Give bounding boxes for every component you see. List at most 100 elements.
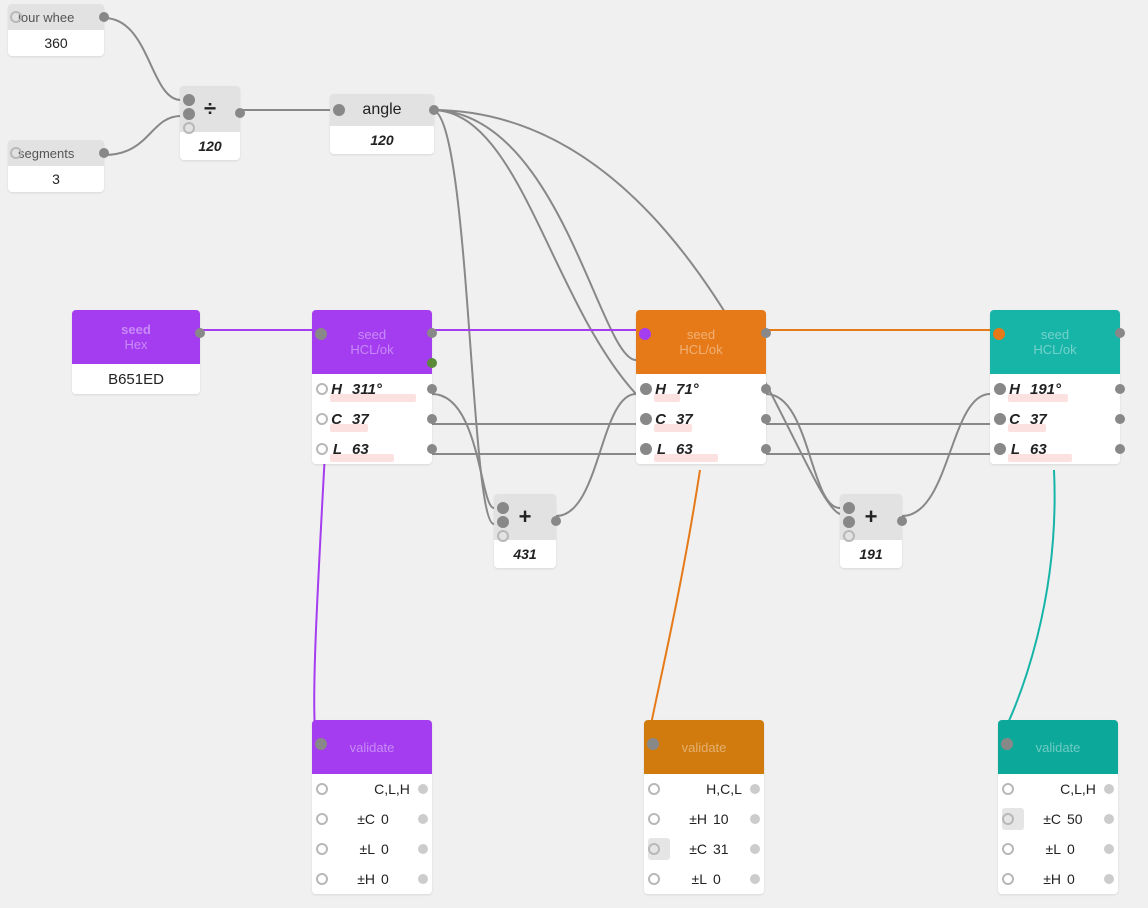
port-h-out[interactable] bbox=[427, 384, 437, 394]
input-value[interactable]: 360 bbox=[44, 35, 67, 51]
node-subtitle: HCL/ok bbox=[679, 342, 722, 357]
port-in[interactable] bbox=[993, 328, 1005, 340]
port-in-c[interactable] bbox=[497, 530, 509, 542]
port-out[interactable] bbox=[418, 814, 428, 824]
port-out[interactable] bbox=[750, 874, 760, 884]
port-l-in[interactable] bbox=[316, 443, 328, 455]
port-out[interactable] bbox=[750, 784, 760, 794]
port-l-out[interactable] bbox=[1115, 444, 1125, 454]
port-in-c[interactable] bbox=[843, 530, 855, 542]
validate-node-2[interactable]: validate H,C,L ±H10 ±C31 ±L0 bbox=[644, 720, 764, 894]
port-h-in[interactable] bbox=[640, 383, 652, 395]
port-out[interactable] bbox=[750, 844, 760, 854]
port-in[interactable] bbox=[1001, 738, 1013, 750]
port-out[interactable] bbox=[235, 108, 245, 118]
port-out[interactable] bbox=[418, 844, 428, 854]
validate-node-3[interactable]: validate C,L,H ±C50 ±L0 ±H0 bbox=[998, 720, 1118, 894]
op-symbol: ÷ bbox=[204, 96, 216, 122]
port-h-in[interactable] bbox=[994, 383, 1006, 395]
port-in[interactable] bbox=[316, 843, 328, 855]
port-c-in[interactable] bbox=[316, 413, 328, 425]
port-in[interactable] bbox=[648, 843, 660, 855]
port-out[interactable] bbox=[1104, 844, 1114, 854]
port-out[interactable] bbox=[1104, 874, 1114, 884]
port-c-out[interactable] bbox=[761, 414, 771, 424]
port-h-in[interactable] bbox=[316, 383, 328, 395]
input-label: segments bbox=[18, 146, 74, 161]
port-out[interactable] bbox=[418, 784, 428, 794]
port-out[interactable] bbox=[750, 814, 760, 824]
port-in-a[interactable] bbox=[497, 502, 509, 514]
port-out[interactable] bbox=[195, 328, 205, 338]
port-in[interactable] bbox=[648, 813, 660, 825]
port-in-b[interactable] bbox=[843, 516, 855, 528]
port-in[interactable] bbox=[10, 147, 22, 159]
port-in-b[interactable] bbox=[183, 108, 195, 120]
port-out[interactable] bbox=[1104, 784, 1114, 794]
port-out[interactable] bbox=[99, 148, 109, 158]
port-in-a[interactable] bbox=[843, 502, 855, 514]
port-in[interactable] bbox=[647, 738, 659, 750]
input-label: lour whee bbox=[18, 10, 74, 25]
port-out[interactable] bbox=[1115, 328, 1125, 338]
node-subtitle: HCL/ok bbox=[1033, 342, 1076, 357]
port-in[interactable] bbox=[1002, 783, 1014, 795]
hex-value[interactable]: B651ED bbox=[108, 371, 164, 388]
port-in[interactable] bbox=[648, 783, 660, 795]
op-label: angle bbox=[362, 101, 401, 119]
port-out[interactable] bbox=[761, 328, 771, 338]
port-h-out[interactable] bbox=[761, 384, 771, 394]
op-node-divide[interactable]: ÷ 120 bbox=[180, 86, 240, 160]
port-in[interactable] bbox=[639, 328, 651, 340]
input-value[interactable]: 3 bbox=[52, 171, 60, 187]
op-result: 120 bbox=[198, 138, 221, 154]
port-in[interactable] bbox=[333, 104, 345, 116]
port-out[interactable] bbox=[429, 105, 439, 115]
port-in[interactable] bbox=[1002, 843, 1014, 855]
op-symbol: + bbox=[519, 504, 532, 530]
port-in[interactable] bbox=[315, 328, 327, 340]
port-in[interactable] bbox=[10, 11, 22, 23]
port-in[interactable] bbox=[1002, 813, 1014, 825]
input-node-colour-wheel[interactable]: lour whee 360 bbox=[8, 4, 104, 56]
port-out[interactable] bbox=[897, 516, 907, 526]
port-in[interactable] bbox=[648, 873, 660, 885]
hcl-node-3[interactable]: seed HCL/ok H191° C37 L63 bbox=[990, 310, 1120, 464]
validate-node-1[interactable]: validate C,L,H ±C0 ±L0 ±H0 bbox=[312, 720, 432, 894]
port-in[interactable] bbox=[315, 738, 327, 750]
node-title: seed bbox=[121, 322, 151, 337]
port-in[interactable] bbox=[316, 813, 328, 825]
port-in-c[interactable] bbox=[183, 122, 195, 134]
port-c-out[interactable] bbox=[1115, 414, 1125, 424]
port-in-b[interactable] bbox=[497, 516, 509, 528]
hcl-node-2[interactable]: seed HCL/ok H71° C37 L63 bbox=[636, 310, 766, 464]
op-symbol: + bbox=[865, 504, 878, 530]
input-node-segments[interactable]: segments 3 bbox=[8, 140, 104, 192]
port-alt-out[interactable] bbox=[427, 358, 437, 368]
port-h-out[interactable] bbox=[1115, 384, 1125, 394]
port-in[interactable] bbox=[1002, 873, 1014, 885]
op-node-add-1[interactable]: + 431 bbox=[494, 494, 556, 568]
port-out[interactable] bbox=[551, 516, 561, 526]
node-subtitle: Hex bbox=[124, 337, 147, 352]
port-in[interactable] bbox=[316, 783, 328, 795]
port-out[interactable] bbox=[427, 328, 437, 338]
seed-hex-node[interactable]: seed Hex B651ED bbox=[72, 310, 200, 394]
hcl-node-1[interactable]: seed HCL/ok H311° C37 L63 bbox=[312, 310, 432, 464]
connections-layer bbox=[0, 0, 1148, 908]
port-out[interactable] bbox=[99, 12, 109, 22]
port-l-in[interactable] bbox=[640, 443, 652, 455]
port-out[interactable] bbox=[418, 874, 428, 884]
port-l-out[interactable] bbox=[761, 444, 771, 454]
port-out[interactable] bbox=[1104, 814, 1114, 824]
port-c-in[interactable] bbox=[640, 413, 652, 425]
op-node-angle[interactable]: angle 120 bbox=[330, 94, 434, 154]
port-l-in[interactable] bbox=[994, 443, 1006, 455]
op-node-add-2[interactable]: + 191 bbox=[840, 494, 902, 568]
port-c-in[interactable] bbox=[994, 413, 1006, 425]
node-subtitle: HCL/ok bbox=[350, 342, 393, 357]
port-l-out[interactable] bbox=[427, 444, 437, 454]
port-in[interactable] bbox=[316, 873, 328, 885]
port-in-a[interactable] bbox=[183, 94, 195, 106]
port-c-out[interactable] bbox=[427, 414, 437, 424]
